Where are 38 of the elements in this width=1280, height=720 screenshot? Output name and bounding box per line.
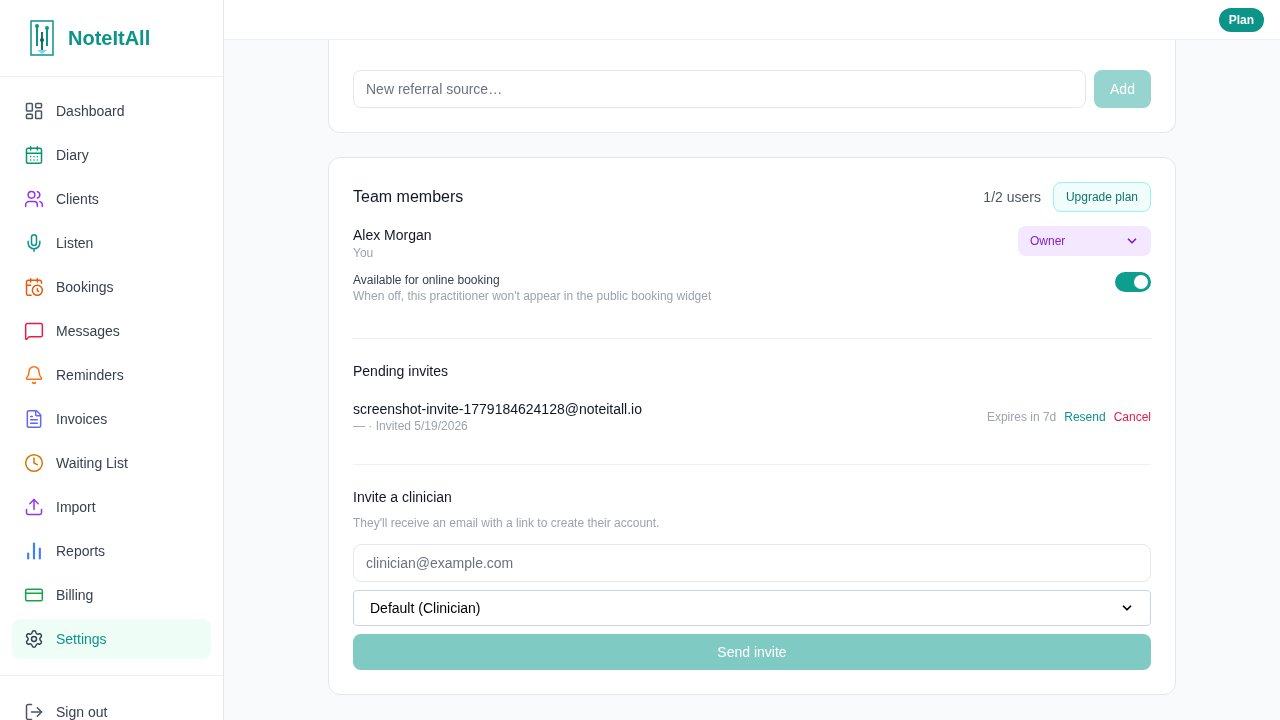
booking-label: Available for online booking bbox=[353, 272, 501, 288]
referral-input[interactable]: New referral source… bbox=[353, 70, 1086, 108]
user-count: 1/2 users bbox=[983, 187, 1041, 207]
nav-item[interactable]: Reminders bbox=[12, 355, 211, 395]
sign-out-link[interactable]: Sign out bbox=[12, 700, 211, 720]
section-title: Invite a clinician bbox=[353, 488, 453, 507]
nav-item[interactable]: Billing bbox=[12, 575, 211, 615]
logo-icon bbox=[30, 20, 54, 56]
upgrade-plan-button[interactable]: Upgrade plan bbox=[1052, 182, 1151, 212]
invite-hint: They'll receive an email with a link to create their account. bbox=[353, 515, 661, 532]
role-select[interactable]: Owner bbox=[1018, 226, 1151, 256]
expiry-text: Expires in 7d bbox=[986, 409, 1057, 426]
nav-item[interactable]: Import bbox=[12, 487, 211, 527]
role-dropdown[interactable]: Default (Clinician) bbox=[353, 590, 1151, 626]
resend-link[interactable]: Resend bbox=[1064, 408, 1106, 426]
nav-item[interactable]: Diary bbox=[12, 135, 211, 175]
nav-item[interactable]: Bookings bbox=[12, 267, 211, 307]
nav-item[interactable]: Invoices bbox=[12, 399, 211, 439]
nav-item[interactable]: Reports bbox=[12, 531, 211, 571]
nav-item[interactable]: Waiting List bbox=[12, 443, 211, 483]
member-subtitle: You bbox=[353, 245, 375, 262]
plan-button[interactable]: Plan bbox=[1218, 7, 1264, 32]
nav-item[interactable]: Clients bbox=[12, 179, 211, 219]
nav-item[interactable]: Settings bbox=[12, 619, 211, 659]
booking-hint: When off, this practitioner won't appear in the public booking widget bbox=[353, 288, 712, 304]
card-title: Team members bbox=[353, 187, 464, 207]
nav-item[interactable]: Messages bbox=[12, 311, 211, 351]
invite-meta: — · Invited 5/19/2026 bbox=[353, 418, 469, 434]
sign-out-icon bbox=[24, 702, 44, 720]
member-name: Alex Morgan bbox=[353, 226, 432, 244]
cancel-link[interactable]: Cancel bbox=[1113, 408, 1151, 426]
booking-toggle[interactable] bbox=[1115, 272, 1151, 292]
nav-item[interactable]: Dashboard bbox=[12, 91, 211, 131]
invite-email: screenshot-invite-1779184624128@noteitall.io bbox=[353, 400, 642, 418]
nav-item[interactable]: Listen bbox=[12, 223, 211, 263]
section-title: Pending invites bbox=[353, 362, 449, 381]
email-input[interactable]: clinician@example.com bbox=[353, 544, 1151, 582]
brand-name: NoteItAll bbox=[68, 26, 151, 51]
